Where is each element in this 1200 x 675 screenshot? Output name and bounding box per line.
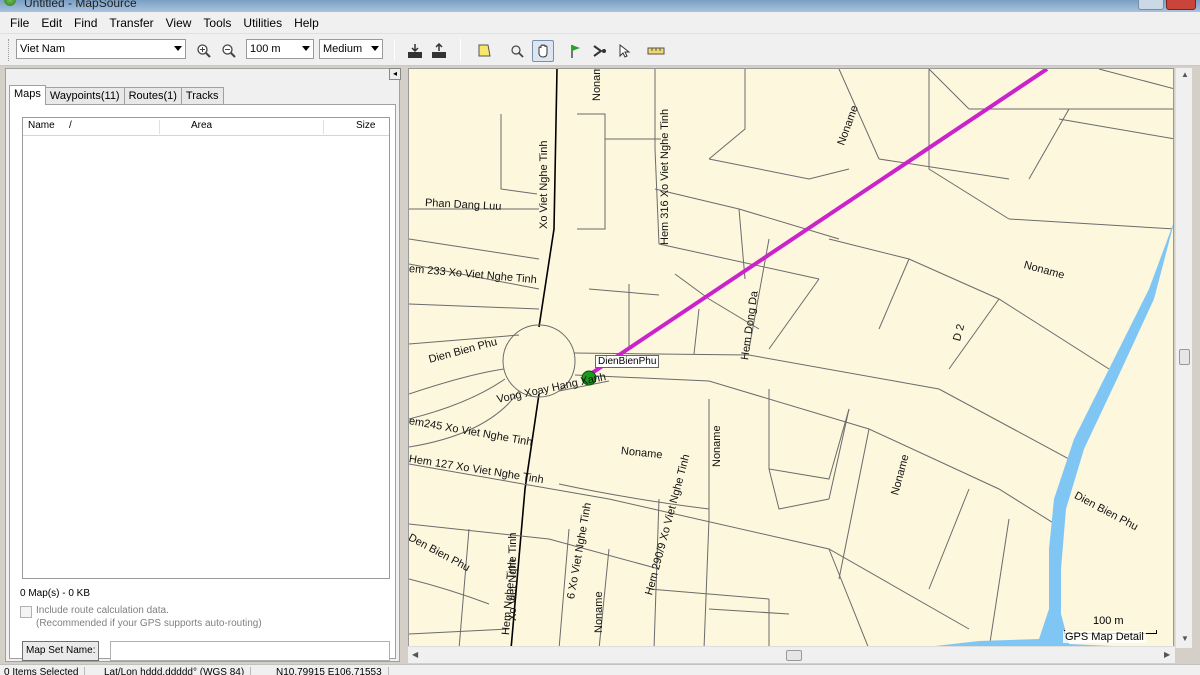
waypoint-flag-icon[interactable] [565, 40, 587, 62]
vertical-scroll-thumb[interactable] [1179, 349, 1190, 365]
panel-tabs: Maps Waypoints(11) Routes(1) Tracks [9, 85, 224, 105]
menu-help[interactable]: Help [288, 16, 325, 30]
street-label: Hem 316 Xo Viet Nghe Tinh [659, 108, 671, 245]
column-name[interactable]: Name [28, 120, 55, 131]
menu-utilities[interactable]: Utilities [237, 16, 288, 30]
list-header: Name / Area Size [23, 118, 389, 136]
status-coordinate-format: Lat/Lon hddd.ddddd° (WGS 84) [104, 667, 252, 675]
maps-summary: 0 Map(s) - 0 KB [20, 588, 91, 599]
chevron-down-icon [174, 46, 182, 51]
measure-distance-icon[interactable] [645, 40, 667, 62]
detail-level-select[interactable]: Medium [319, 39, 383, 59]
pan-hand-icon[interactable] [532, 40, 554, 62]
menu-transfer[interactable]: Transfer [103, 16, 159, 30]
selection-arrow-icon[interactable] [613, 40, 635, 62]
horizontal-scrollbar[interactable]: ◀ ▶ [408, 646, 1175, 663]
title-bar: Untitled - MapSource [0, 0, 1200, 12]
column-divider[interactable] [323, 120, 324, 134]
horizontal-scroll-thumb[interactable] [786, 650, 802, 661]
scroll-down-icon[interactable]: ▼ [1181, 634, 1189, 643]
region-select[interactable]: Viet Nam [16, 39, 186, 59]
tab-maps[interactable]: Maps [9, 85, 46, 105]
sort-indicator: / [69, 120, 72, 131]
zoom-tool-icon[interactable] [506, 40, 528, 62]
menu-tools[interactable]: Tools [197, 16, 237, 30]
toolbar-separator [394, 39, 395, 61]
gps-map-detail-badge: GPS Map Detail [1063, 631, 1146, 643]
mapsource-app-icon [4, 0, 16, 6]
map-view[interactable]: Noname Hem 316 Xo Viet Nghe Tinh Xo Viet… [408, 68, 1174, 648]
detail-level-value: Medium [323, 43, 363, 55]
route-calc-checkbox[interactable] [20, 606, 32, 618]
menu-find[interactable]: Find [68, 16, 103, 30]
street-label: Xo Viet Nghe Tinh [538, 140, 550, 229]
toolbar: Viet Nam 100 m Medium [0, 34, 1200, 66]
left-panel: Maps Waypoints(11) Routes(1) Tracks Name… [5, 68, 400, 662]
column-divider[interactable] [159, 120, 160, 134]
status-cursor-coordinates: N10.79915 E106.71553 [276, 667, 389, 675]
scroll-up-icon[interactable]: ▲ [1181, 70, 1189, 79]
scroll-left-icon[interactable]: ◀ [412, 650, 418, 659]
collapse-panel-button[interactable]: ◂ [389, 68, 401, 80]
status-selected: 0 Items Selected [4, 667, 86, 675]
zoom-out-icon[interactable] [218, 40, 240, 62]
toolbar-separator [460, 39, 461, 61]
window-title: Untitled - MapSource [24, 0, 137, 10]
map-tool-icon[interactable] [473, 40, 495, 62]
map-set-name-input[interactable] [110, 641, 390, 661]
map-canvas [409, 69, 1173, 647]
column-size[interactable]: Size [356, 120, 375, 131]
route-calc-note: (Recommended if your GPS supports auto-r… [36, 618, 262, 629]
tab-waypoints[interactable]: Waypoints(11) [44, 87, 125, 105]
region-select-value: Viet Nam [20, 43, 66, 55]
zoom-scale-value: 100 m [250, 43, 281, 55]
chevron-down-icon [371, 46, 379, 51]
menu-edit[interactable]: Edit [35, 16, 68, 30]
street-label: Noname [593, 591, 605, 633]
chevron-down-icon [302, 46, 310, 51]
send-to-device-icon[interactable] [428, 40, 450, 62]
menu-bar: File Edit Find Transfer View Tools Utili… [0, 12, 1200, 34]
scale-label: 100 m [1093, 615, 1124, 627]
receive-from-device-icon[interactable] [404, 40, 426, 62]
zoom-in-icon[interactable] [193, 40, 215, 62]
menu-view[interactable]: View [160, 16, 198, 30]
waypoint-label[interactable]: DienBienPhu [595, 355, 660, 368]
tab-routes[interactable]: Routes(1) [123, 87, 182, 105]
maximize-button[interactable] [1138, 0, 1164, 10]
street-label: Noname [711, 425, 723, 467]
maps-list[interactable]: Name / Area Size [22, 117, 390, 579]
toolbar-grip[interactable] [8, 39, 11, 61]
route-calc-label: Include route calculation data. [36, 605, 169, 616]
route-tool-icon[interactable] [589, 40, 611, 62]
vertical-scrollbar[interactable]: ▲ ▼ [1175, 68, 1192, 648]
maps-tab-body: Name / Area Size 0 Map(s) - 0 KB Include… [9, 104, 396, 661]
tab-tracks[interactable]: Tracks [180, 87, 224, 105]
map-set-name-button[interactable]: Map Set Name: [22, 641, 100, 661]
route-calc-option: Include route calculation data. [20, 605, 169, 618]
column-area[interactable]: Area [191, 120, 212, 131]
scroll-right-icon[interactable]: ▶ [1164, 650, 1170, 659]
zoom-scale-select[interactable]: 100 m [246, 39, 314, 59]
menu-file[interactable]: File [4, 16, 35, 30]
status-bar: 0 Items Selected Lat/Lon hddd.ddddd° (WG… [0, 664, 1200, 675]
street-label: Noname [591, 68, 603, 101]
close-button[interactable] [1166, 0, 1196, 10]
